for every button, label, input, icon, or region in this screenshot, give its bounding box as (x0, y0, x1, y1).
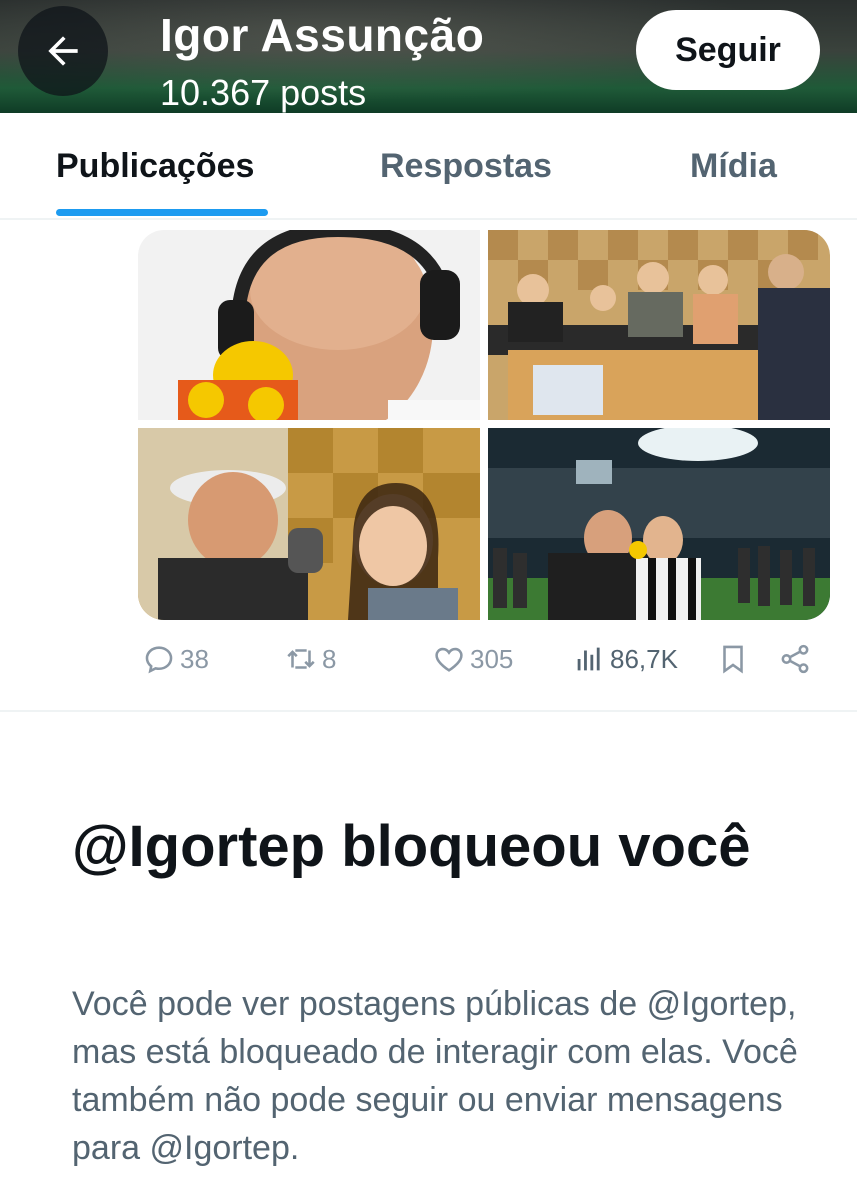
reply-count: 38 (180, 643, 209, 674)
profile-name: Igor Assunção (160, 9, 485, 61)
arrow-left-icon (48, 36, 78, 66)
bar-chart-icon (577, 647, 600, 671)
view-count: 86,7K (610, 643, 678, 674)
share-icon (781, 644, 809, 674)
post-photo-2[interactable] (488, 230, 830, 420)
repost-button[interactable]: 8 (284, 642, 336, 676)
bookmark-icon (723, 645, 743, 674)
reply-icon (145, 646, 173, 674)
profile-header: Igor Assunção 10.367 posts Seguir (0, 0, 857, 113)
repost-count: 8 (322, 643, 337, 674)
post-count: 10.367 posts (160, 72, 367, 113)
reply-button[interactable]: 38 (142, 642, 209, 676)
tab-midia[interactable]: Mídia (690, 147, 777, 186)
blocked-description: Você pode ver postagens públicas de @Igo… (72, 985, 798, 1167)
views-button[interactable]: 86,7K (572, 642, 678, 676)
active-tab-indicator (56, 209, 268, 216)
like-button[interactable]: 305 (432, 642, 513, 676)
repost-icon (287, 649, 315, 669)
post-photo-1[interactable] (138, 230, 480, 420)
blocked-title: @Igortep bloqueou você (72, 814, 751, 879)
tab-respostas[interactable]: Respostas (380, 147, 552, 186)
tab-publicacoes[interactable]: Publicações (56, 147, 254, 186)
share-button[interactable] (778, 642, 812, 676)
heart-icon (435, 647, 463, 672)
like-count: 305 (470, 643, 514, 674)
back-button[interactable] (18, 6, 108, 96)
follow-button[interactable]: Seguir (636, 10, 820, 90)
post-actions-bar: 38 8 305 86,7K (0, 636, 857, 686)
post-photo-4[interactable] (488, 428, 830, 620)
bookmark-button[interactable] (716, 642, 750, 676)
section-divider (0, 710, 857, 712)
profile-tabs: Publicações Respostas Mídia (0, 113, 857, 220)
post-media-grid (138, 230, 830, 620)
post-photo-3[interactable] (138, 428, 480, 620)
